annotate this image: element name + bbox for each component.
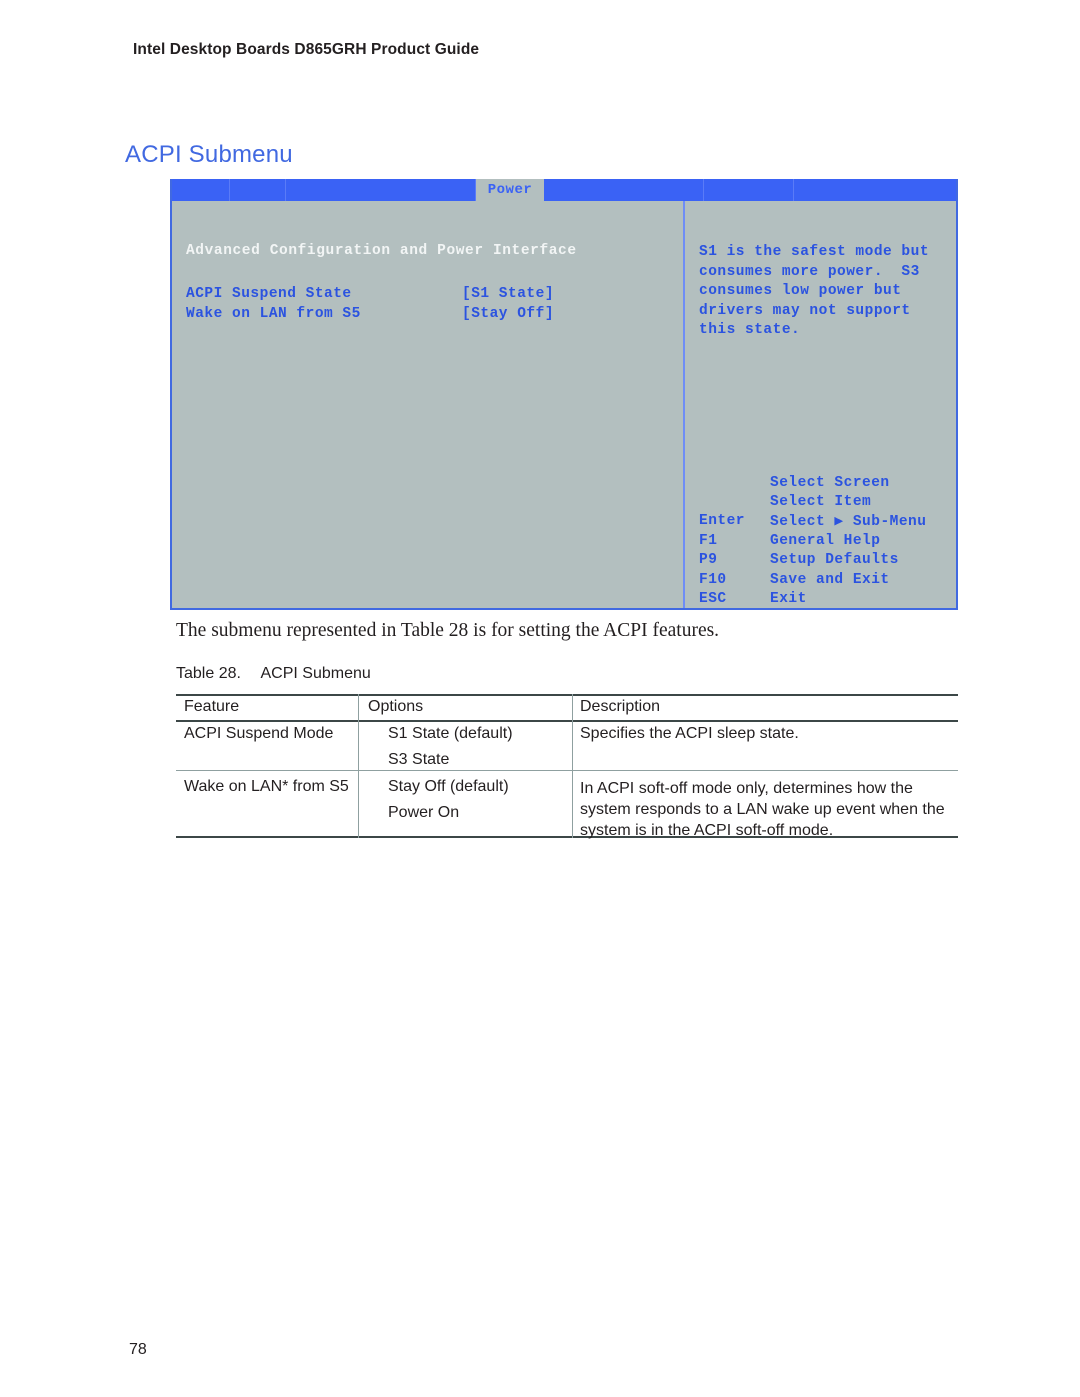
page-number: 78: [129, 1341, 147, 1358]
legend-action: Select Screen: [770, 474, 890, 491]
bios-setting-label: Wake on LAN from S5: [186, 306, 361, 322]
legend-row-enter-submenu: Enter Select ▶ Sub-Menu: [699, 512, 950, 531]
legend-key: F10: [699, 571, 727, 588]
help-line: drivers may not support: [699, 302, 911, 319]
legend-key: F1: [699, 532, 718, 549]
bios-menu-bar: Power: [172, 179, 956, 201]
table-cell-description: In ACPI soft-off mode only, determines h…: [580, 780, 945, 839]
help-line: this state.: [699, 322, 801, 339]
acpi-submenu-table: Feature Options Description ACPI Suspend…: [176, 694, 958, 839]
table-cell-feature: ACPI Suspend Mode: [184, 725, 334, 742]
bios-settings-pane: Advanced Configuration and Power Interfa…: [172, 201, 683, 608]
legend-action: Select ▶ Sub-Menu: [770, 513, 927, 530]
legend-row-select-item: Select Item: [699, 492, 950, 511]
menu-tab-boot[interactable]: [544, 179, 704, 201]
legend-row-exit: ESC Exit: [699, 589, 950, 608]
bios-setting-row[interactable]: Wake on LAN from S5 [Stay Off]: [186, 304, 677, 324]
table-cell-option: Power On: [388, 804, 460, 821]
legend-row-select-screen: Select Screen: [699, 473, 950, 492]
legend-key: Enter: [699, 513, 746, 530]
menu-tab-filler: [794, 179, 956, 201]
legend-action: Select Item: [770, 494, 872, 511]
legend-action: General Help: [770, 532, 881, 549]
bios-help-pane: S1 is the safest mode but consumes more …: [685, 201, 956, 608]
table-cell-option: Stay Off (default): [388, 778, 509, 795]
table-caption-number: Table 28.: [176, 665, 241, 682]
table-header-feature: Feature: [184, 698, 240, 715]
bios-screen-figure: Power Advanced Configuration and Power I…: [170, 179, 958, 610]
menu-tab-security[interactable]: [286, 179, 476, 201]
table-cell-description: Specifies the ACPI sleep state.: [580, 725, 799, 742]
legend-key: ESC: [699, 591, 727, 608]
bios-setting-value[interactable]: [S1 State]: [462, 286, 554, 302]
bios-settings-list: ACPI Suspend State [S1 State] Wake on LA…: [186, 284, 677, 324]
running-header: Intel Desktop Boards D865GRH Product Gui…: [133, 41, 480, 58]
table-header-options: Options: [368, 698, 424, 715]
bios-panel-title: Advanced Configuration and Power Interfa…: [186, 243, 577, 259]
document-page: Intel Desktop Boards D865GRH Product Gui…: [0, 0, 1080, 1397]
legend-row-setup-defaults: P9 Setup Defaults: [699, 551, 950, 570]
bios-body: Advanced Configuration and Power Interfa…: [172, 201, 956, 608]
table-column-divider: [358, 694, 359, 838]
menu-tab-power[interactable]: Power: [476, 179, 544, 201]
menu-tab-main[interactable]: [172, 179, 230, 201]
table-caption-title: ACPI Submenu: [260, 665, 371, 682]
table-caption: Table 28. ACPI Submenu: [176, 665, 371, 683]
help-line: consumes more power. S3: [699, 263, 920, 280]
bios-setting-row[interactable]: ACPI Suspend State [S1 State]: [186, 284, 677, 304]
bios-help-text: S1 is the safest mode but consumes more …: [699, 243, 948, 341]
bios-setting-label: ACPI Suspend State: [186, 286, 352, 302]
legend-action: Setup Defaults: [770, 552, 899, 569]
legend-row-general-help: F1 General Help: [699, 531, 950, 550]
bios-key-legend: Select Screen Select Item Enter Select ▶…: [699, 473, 950, 609]
menu-tab-advanced[interactable]: [230, 179, 286, 201]
legend-action: Exit: [770, 591, 807, 608]
table-column-divider: [572, 694, 573, 838]
legend-action: Save and Exit: [770, 571, 890, 588]
table-cell-option: S3 State: [388, 751, 450, 768]
table-header-description: Description: [580, 698, 661, 715]
body-paragraph: The submenu represented in Table 28 is f…: [176, 620, 720, 641]
menu-tab-exit[interactable]: [704, 179, 794, 201]
table-cell-option: S1 State (default): [388, 725, 513, 742]
legend-row-save-and-exit: F10 Save and Exit: [699, 570, 950, 589]
legend-key: P9: [699, 552, 718, 569]
help-line: consumes low power but: [699, 283, 902, 300]
page-title: ACPI Submenu: [125, 141, 293, 168]
help-line: S1 is the safest mode but: [699, 244, 930, 260]
table-cell-feature: Wake on LAN* from S5: [184, 778, 349, 795]
bios-setting-value[interactable]: [Stay Off]: [462, 306, 554, 322]
